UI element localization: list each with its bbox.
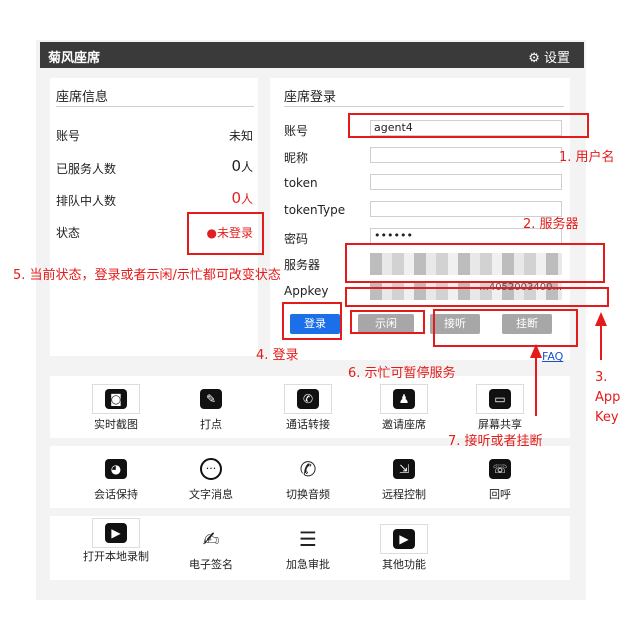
annotation-server: 2. 服务器 bbox=[523, 217, 579, 232]
divider bbox=[56, 106, 254, 107]
info-value-queue: 0人 bbox=[231, 189, 253, 207]
highlight-status bbox=[187, 212, 264, 255]
login-panel-title: 座席登录 bbox=[284, 90, 337, 105]
field-label-token: token bbox=[284, 176, 318, 190]
field-label-appkey: Appkey bbox=[284, 284, 329, 298]
field-label-server: 服务器 bbox=[284, 258, 321, 272]
call-transfer-icon: ✆ bbox=[284, 384, 332, 414]
field-label-password: 密码 bbox=[284, 232, 309, 246]
info-value-served: 0人 bbox=[231, 157, 253, 175]
tool-callback[interactable]: ☏ 回呼 bbox=[465, 454, 535, 502]
annotation-idle: 6. 示忙可暂停服务 bbox=[348, 366, 456, 381]
tool-e-signature[interactable]: ✍ 电子签名 bbox=[176, 524, 246, 572]
tool-label: 打点 bbox=[200, 418, 222, 431]
highlight-idle bbox=[350, 310, 425, 334]
mark-icon: ✎ bbox=[187, 384, 235, 414]
tool-label: 加急审批 bbox=[286, 558, 330, 571]
settings-button[interactable]: ⚙ 设置 bbox=[528, 47, 570, 66]
field-label-nickname: 昵称 bbox=[284, 151, 309, 165]
tool-label: 邀请座席 bbox=[382, 418, 426, 431]
app-title: 菊风座席 bbox=[48, 51, 101, 66]
switch-audio-icon: ✆ bbox=[299, 457, 317, 481]
tool-other-functions[interactable]: ▶ 其他功能 bbox=[369, 524, 439, 572]
info-label-queue: 排队中人数 bbox=[56, 194, 117, 208]
tool-label: 远程控制 bbox=[382, 488, 426, 501]
annotation-login: 4. 登录 bbox=[256, 348, 299, 363]
info-label-account: 账号 bbox=[56, 129, 81, 143]
tool-label: 会话保持 bbox=[94, 488, 138, 501]
text-message-icon: ··· bbox=[187, 454, 235, 484]
annotation-status: 5. 当前状态，登录或者示闲/示忙都可改变状态 bbox=[13, 268, 281, 283]
highlight-server bbox=[345, 243, 605, 283]
tool-remote-control[interactable]: ⇲ 远程控制 bbox=[369, 454, 439, 502]
tool-text-message[interactable]: ··· 文字消息 bbox=[176, 454, 246, 502]
annotation-username: 1. 用户名 bbox=[559, 150, 615, 165]
tool-label: 文字消息 bbox=[189, 488, 233, 501]
annotation-answer-hangup: 7. 接听或者挂断 bbox=[448, 434, 543, 449]
gear-icon: ⚙ bbox=[528, 51, 540, 66]
remote-control-icon: ⇲ bbox=[380, 454, 428, 484]
callback-icon: ☏ bbox=[476, 454, 524, 484]
session-hold-icon: ◕ bbox=[92, 454, 140, 484]
highlight-login bbox=[282, 302, 342, 340]
field-label-tokentype: tokenType bbox=[284, 203, 346, 217]
invite-agent-icon: ♟ bbox=[380, 384, 428, 414]
local-record-icon: ▶ bbox=[92, 518, 140, 548]
e-signature-icon: ✍ bbox=[202, 527, 220, 551]
other-functions-icon: ▶ bbox=[380, 524, 428, 554]
divider bbox=[284, 106, 564, 107]
tool-switch-audio[interactable]: ✆ 切换音频 bbox=[273, 454, 343, 502]
highlight-username bbox=[348, 113, 589, 138]
tool-mark[interactable]: ✎ 打点 bbox=[176, 384, 246, 432]
info-label-served: 已服务人数 bbox=[56, 162, 117, 176]
info-panel-title: 座席信息 bbox=[56, 90, 109, 105]
tool-label: 切换音频 bbox=[286, 488, 330, 501]
info-label-status: 状态 bbox=[56, 226, 81, 240]
tool-label: 其他功能 bbox=[382, 558, 426, 571]
tool-screenshot[interactable]: ◙ 实时截图 bbox=[81, 384, 151, 432]
tool-invite-agent[interactable]: ♟ 邀请座席 bbox=[369, 384, 439, 432]
tool-label: 实时截图 bbox=[94, 418, 138, 431]
tool-session-hold[interactable]: ◕ 会话保持 bbox=[81, 454, 151, 502]
title-bar: 菊风座席 ⚙ 设置 bbox=[40, 42, 584, 68]
tool-local-record[interactable]: ▶ 打开本地录制 bbox=[81, 518, 151, 564]
settings-label: 设置 bbox=[543, 51, 570, 66]
info-value-account: 未知 bbox=[228, 129, 253, 143]
tool-label: 回呼 bbox=[489, 488, 511, 501]
field-label-account: 账号 bbox=[284, 124, 309, 138]
camera-icon: ◙ bbox=[92, 384, 140, 414]
urgent-approval-icon: ☰ bbox=[299, 527, 317, 551]
tool-label: 打开本地录制 bbox=[83, 550, 149, 563]
tool-call-transfer[interactable]: ✆ 通话转接 bbox=[273, 384, 343, 432]
token-input[interactable] bbox=[370, 174, 562, 190]
tool-label: 电子签名 bbox=[189, 558, 233, 571]
nickname-input[interactable] bbox=[370, 147, 562, 163]
tool-urgent-approval[interactable]: ☰ 加急审批 bbox=[273, 524, 343, 572]
tool-label: 通话转接 bbox=[286, 418, 330, 431]
annotation-appkey: 3. App Key bbox=[595, 370, 621, 425]
screen-share-icon: ▭ bbox=[476, 384, 524, 414]
